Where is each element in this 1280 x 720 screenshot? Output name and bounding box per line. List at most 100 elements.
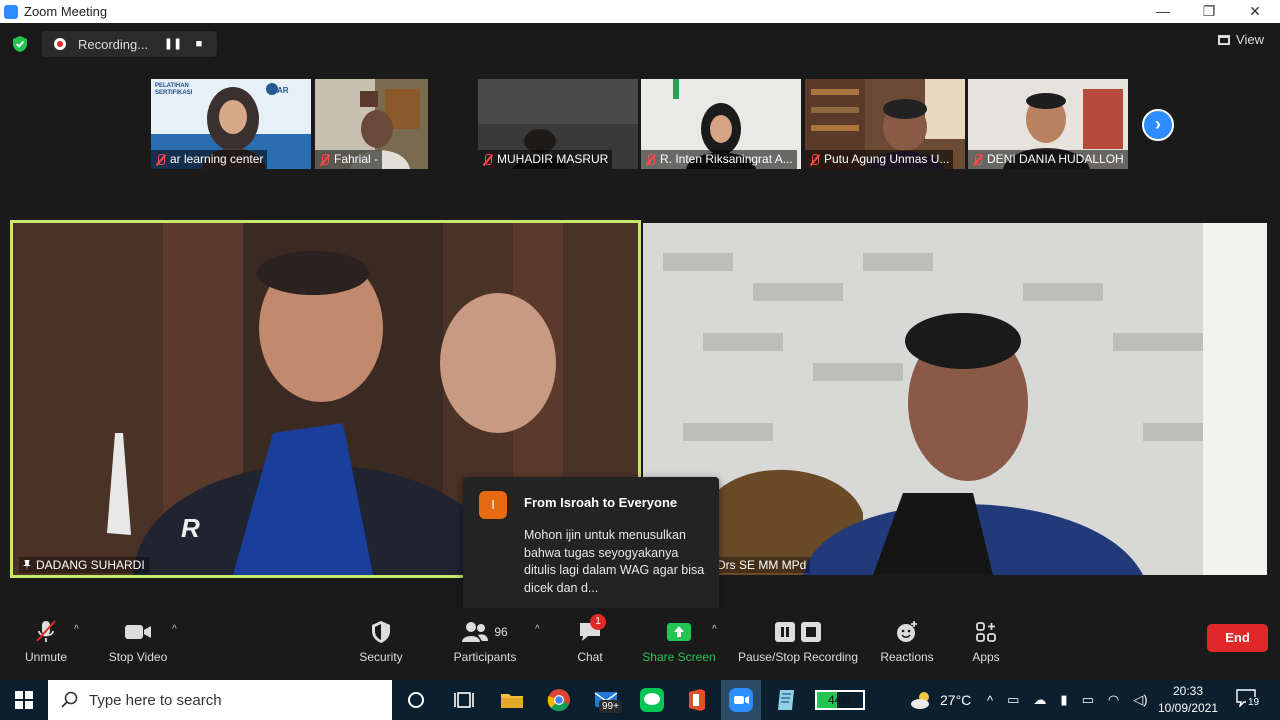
weather-widget[interactable]: 27°C <box>910 680 971 720</box>
task-view-icon[interactable] <box>450 686 478 714</box>
restore-button[interactable]: ❐ <box>1186 0 1232 23</box>
apps-button[interactable]: Apps <box>966 618 1006 674</box>
stop-video-button[interactable]: Stop Video <box>106 618 170 674</box>
chat-notification[interactable]: I From Isroah to Everyone Mohon ijin unt… <box>463 477 719 620</box>
grid-view-icon <box>1218 34 1231 45</box>
end-meeting-button[interactable]: End <box>1207 624 1268 652</box>
unmute-button[interactable]: Unmute <box>18 618 74 674</box>
muted-mic-icon <box>482 153 493 166</box>
chat-sender-avatar: I <box>479 491 507 519</box>
view-label: View <box>1236 32 1264 47</box>
participants-button[interactable]: 96 Participants <box>450 618 520 674</box>
participant-name: R. Inten Riksaningrat A... <box>641 150 797 169</box>
muted-mic-icon <box>155 153 166 166</box>
video-camera-icon <box>125 625 151 639</box>
participant-strip: AR PELATIHAN SERTIFIKASI ar learning cen… <box>0 79 1280 169</box>
network-device-icon[interactable]: ▭ <box>1007 692 1019 708</box>
view-button[interactable]: View <box>1218 32 1264 47</box>
muted-mic-icon <box>319 153 330 166</box>
weather-temperature: 27°C <box>940 692 972 708</box>
office-icon[interactable] <box>683 686 711 714</box>
participant-name: Putu Agung Unmas U... <box>805 150 954 169</box>
search-placeholder: Type here to search <box>89 691 222 709</box>
zoom-app-icon <box>4 4 18 19</box>
audio-options-caret[interactable]: ^ <box>74 624 79 635</box>
clock-date: 10/09/2021 <box>1157 701 1219 715</box>
participant-main-video[interactable]: Drs SE MM MPd <box>643 223 1267 575</box>
participant-thumb[interactable]: AR PELATIHAN SERTIFIKASI ar learning cen… <box>151 79 311 169</box>
participants-icon <box>462 622 489 642</box>
volume-icon[interactable]: ◁) <box>1133 692 1147 708</box>
pause-icon <box>775 622 795 642</box>
participant-name-label: Drs SE MM MPd <box>713 557 811 573</box>
chrome-icon[interactable] <box>545 686 573 714</box>
zoom-taskbar-active[interactable] <box>721 680 761 720</box>
reactions-button[interactable]: Reactions <box>878 618 936 674</box>
pause-recording-button[interactable]: ❚❚ <box>162 33 184 55</box>
battery-widget[interactable]: 44% <box>815 690 865 710</box>
security-button[interactable]: Security <box>355 618 407 674</box>
pause-stop-recording-button[interactable]: Pause/Stop Recording <box>735 618 861 674</box>
participant-thumb[interactable]: DENI DANIA HUDALLOH <box>968 79 1128 169</box>
windows-start-icon[interactable] <box>15 691 33 709</box>
share-screen-icon <box>667 623 691 641</box>
close-window-button[interactable]: ✕ <box>1232 0 1278 23</box>
system-tray: ^ ▭ ☁ ▮ ▭ ◠ ◁) <box>987 680 1148 720</box>
window-title: Zoom Meeting <box>24 4 108 19</box>
weather-partly-cloudy-icon <box>911 692 929 709</box>
battery-percent: 44% <box>827 693 853 707</box>
onedrive-icon[interactable]: ☁ <box>1033 692 1046 708</box>
minimize-button[interactable]: — <box>1140 0 1186 23</box>
taskbar-clock[interactable]: 20:33 10/09/2021 <box>1152 683 1224 717</box>
stop-recording-button[interactable]: ■ <box>188 33 210 55</box>
battery-icon[interactable]: ▭ <box>1082 692 1094 708</box>
cortana-icon[interactable] <box>402 686 430 714</box>
microphone-muted-icon <box>36 620 56 642</box>
chat-button[interactable]: 1 Chat <box>570 614 610 674</box>
participant-video-feed <box>643 223 1267 575</box>
participant-thumb[interactable]: R. Inten Riksaningrat A... <box>641 79 801 169</box>
participants-options-caret[interactable]: ^ <box>535 624 540 635</box>
thumb-banner-text: PELATIHAN SERTIFIKASI <box>155 83 193 96</box>
file-explorer-icon[interactable] <box>498 686 526 714</box>
recording-dot-icon <box>54 38 66 50</box>
taskbar-search-box[interactable]: Type here to search <box>48 680 392 720</box>
participant-name: ar learning center <box>151 150 268 169</box>
notepad-icon[interactable] <box>773 686 801 714</box>
muted-mic-icon <box>645 153 656 166</box>
jacket-logo-text: R <box>181 513 200 543</box>
muted-mic-icon <box>972 153 983 166</box>
participant-thumb[interactable]: MUHADIR MASRUR <box>478 79 638 169</box>
chat-sender: From Isroah to Everyone <box>524 495 678 510</box>
notification-count: 19 <box>1246 697 1262 708</box>
tray-expand-icon[interactable]: ^ <box>987 693 993 708</box>
line-app-icon[interactable] <box>638 686 666 714</box>
meeting-area: Recording... ❚❚ ■ View AR PELATIHAN SERT… <box>0 23 1280 680</box>
notifications-button[interactable]: 19 <box>1236 689 1262 711</box>
stop-icon <box>801 622 821 642</box>
participants-count: 96 <box>494 625 508 639</box>
meeting-toolbar: Unmute ^ Stop Video ^ Security 96 Partic… <box>0 608 1280 680</box>
share-options-caret[interactable]: ^ <box>712 624 717 635</box>
recording-label: Recording... <box>78 36 149 52</box>
participant-name: MUHADIR MASRUR <box>478 150 613 169</box>
next-page-button[interactable]: › <box>1142 109 1174 141</box>
pin-icon <box>23 560 31 570</box>
svg-text:AR: AR <box>277 86 289 95</box>
usb-icon[interactable]: ▮ <box>1060 692 1067 708</box>
video-options-caret[interactable]: ^ <box>172 624 177 635</box>
participant-thumb[interactable]: Putu Agung Unmas U... <box>805 79 965 169</box>
share-screen-button[interactable]: Share Screen <box>640 618 718 674</box>
chat-message: Mohon ijin untuk menusulkan bahwa tugas … <box>524 528 705 595</box>
participant-name: Fahrial - <box>315 150 383 169</box>
participant-name: DENI DANIA HUDALLOH <box>968 150 1128 169</box>
security-shield-icon <box>372 621 390 643</box>
encryption-shield-icon[interactable] <box>12 35 28 53</box>
windows-taskbar: Type here to search 99+ 44% 27°C ^ ▭ ☁ ▮… <box>0 680 1280 720</box>
wifi-icon[interactable]: ◠ <box>1108 692 1119 708</box>
recording-indicator: Recording... ❚❚ ■ <box>42 31 217 57</box>
search-icon <box>61 691 78 708</box>
speaker-name-label: DADANG SUHARDI <box>19 557 149 573</box>
mail-badge: 99+ <box>599 700 622 713</box>
participant-thumb[interactable]: Fahrial - <box>315 79 428 169</box>
